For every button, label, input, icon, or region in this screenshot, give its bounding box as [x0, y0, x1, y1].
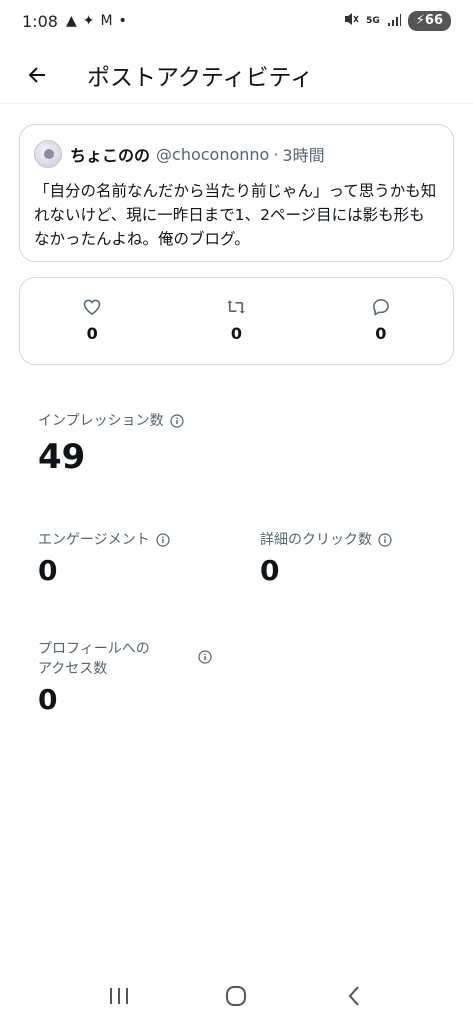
- back-button[interactable]: [17, 55, 57, 95]
- detail-clicks-metric: 詳細のクリック数 0: [260, 530, 392, 587]
- home-icon: [226, 986, 247, 1006]
- arrow-left-icon: [28, 66, 45, 83]
- reply-icon: [372, 299, 389, 316]
- page-title: ポストアクティビティ: [87, 64, 314, 91]
- tweet-text: 「自分の名前なんだから当たり前じゃん」って思うかも知れないけど、現に一昨日まで1…: [34, 182, 437, 248]
- chevron-left-icon: [348, 986, 359, 1006]
- battery-indicator: ⚡66: [407, 11, 451, 31]
- tweet-card[interactable]: ちょこのの @chocononno · 3時間 「自分の名前なんだから当たり前じ…: [19, 124, 454, 262]
- status-time: 1:08: [22, 11, 58, 31]
- tweet-author-handle: @chocononno: [156, 144, 270, 164]
- mute-icon: [343, 11, 359, 31]
- reposts-count: 0: [230, 324, 243, 343]
- recents-icon: [109, 988, 128, 1004]
- profile-visits-label: プロフィールへのアクセス数: [38, 641, 150, 677]
- recents-button[interactable]: [89, 976, 149, 1016]
- info-icon[interactable]: [156, 533, 170, 547]
- butterfly-icon: ✦: [82, 13, 95, 29]
- profile-visits-value: 0: [38, 683, 58, 716]
- impressions-metric: インプレッション数 49: [38, 411, 184, 477]
- info-icon[interactable]: [198, 650, 212, 664]
- info-icon[interactable]: [378, 533, 392, 547]
- repost-icon: [227, 300, 246, 314]
- engagements-value: 0: [38, 554, 58, 587]
- engagements-metric: エンゲージメント 0: [38, 530, 170, 587]
- avatar[interactable]: [34, 140, 62, 168]
- engagement-card: 0 0 0: [19, 277, 454, 365]
- tweet-header: ちょこのの @chocononno · 3時間: [34, 139, 439, 169]
- system-nav-bar: [0, 968, 473, 1024]
- profile-visits-metric: プロフィールへのアクセス数 0: [38, 639, 218, 716]
- alert-icon: ▲: [65, 13, 77, 29]
- info-icon[interactable]: [169, 414, 184, 428]
- heart-icon: [83, 299, 101, 315]
- tweet-timestamp: 3時間: [282, 146, 325, 165]
- detail-clicks-label: 詳細のクリック数: [260, 532, 372, 548]
- status-bar: 1:08 ▲ ✦ M • 5G ⚡66: [0, 0, 473, 42]
- impressions-label: インプレッション数: [38, 413, 164, 429]
- replies-count: 0: [375, 324, 387, 343]
- reposts-stat[interactable]: 0: [164, 278, 308, 364]
- battery-level: 66: [424, 13, 443, 28]
- tweet-author-name: ちょこのの: [70, 146, 151, 165]
- tweet-separator: ·: [273, 144, 279, 164]
- replies-stat[interactable]: 0: [309, 278, 453, 364]
- likes-count: 0: [86, 324, 98, 343]
- system-back-button[interactable]: [324, 976, 384, 1016]
- likes-stat[interactable]: 0: [20, 278, 164, 364]
- notification-dot-icon: •: [118, 13, 127, 29]
- engagements-label: エンゲージメント: [38, 532, 150, 548]
- home-button[interactable]: [206, 976, 266, 1016]
- header: ポストアクティビティ: [0, 46, 473, 104]
- signal-icon: [387, 12, 401, 31]
- impressions-value: 49: [38, 437, 86, 477]
- network-label: 5G: [366, 16, 380, 26]
- detail-clicks-value: 0: [260, 554, 280, 587]
- gmail-icon: M: [100, 13, 113, 29]
